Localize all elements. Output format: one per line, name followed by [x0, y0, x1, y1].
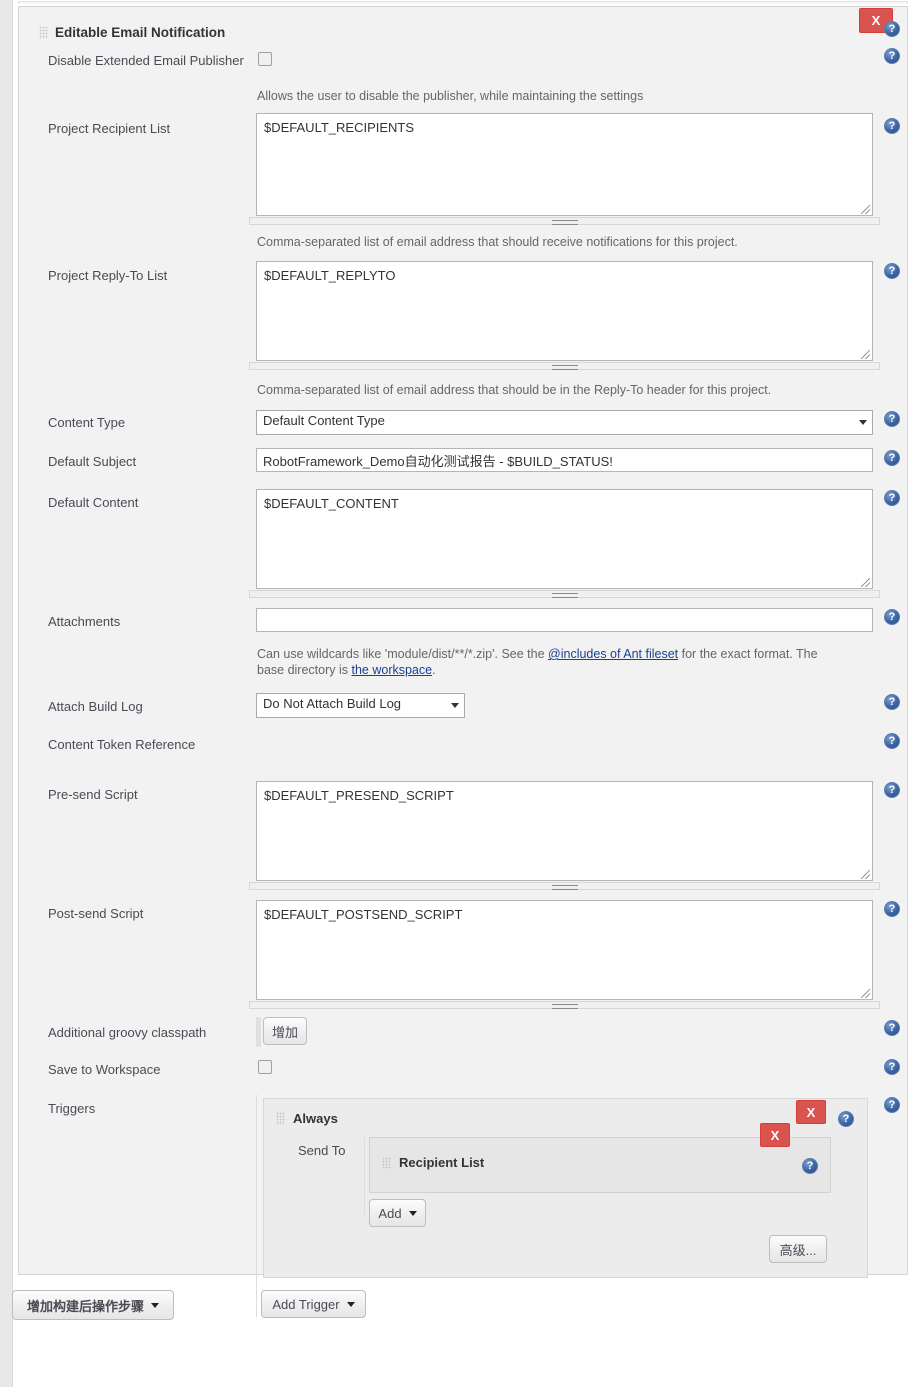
advanced-button[interactable]: 高级...: [769, 1235, 827, 1263]
label-default-subject: Default Subject: [48, 454, 136, 469]
hint-attachments-pre: Can use wildcards like 'module/dist/**/*…: [257, 647, 548, 661]
add-trigger-label: Add Trigger: [272, 1297, 339, 1312]
help-icon-default-subject[interactable]: ?: [884, 450, 900, 466]
help-icon-content-type[interactable]: ?: [884, 411, 900, 427]
hint-project-recipient-list: Comma-separated list of email address th…: [257, 234, 738, 250]
select-attach-build-log[interactable]: Do Not Attach Build Log: [256, 693, 465, 718]
left-rail: [0, 0, 13, 1387]
delete-trigger-button[interactable]: X: [796, 1100, 826, 1124]
hint-attachments-post: .: [432, 663, 435, 677]
help-icon-attachments[interactable]: ?: [884, 609, 900, 625]
section-header: Editable Email Notification: [39, 25, 225, 40]
trigger-block-always: Always X ? Send To Recipient List X ? Ad…: [263, 1098, 868, 1278]
label-save-to-workspace: Save to Workspace: [48, 1062, 160, 1077]
help-icon-trigger-always[interactable]: ?: [838, 1111, 854, 1127]
group-separator-send-to: [364, 1137, 365, 1215]
label-additional-groovy-classpath: Additional groovy classpath: [48, 1025, 206, 1040]
label-attachments: Attachments: [48, 614, 120, 629]
input-attachments[interactable]: [256, 608, 873, 632]
help-icon-post-send-script[interactable]: ?: [884, 901, 900, 917]
delete-recipient-button[interactable]: X: [760, 1123, 790, 1147]
trigger-header: Always: [276, 1111, 338, 1126]
help-icon-section[interactable]: ?: [884, 21, 900, 37]
input-default-subject[interactable]: [256, 448, 873, 472]
textarea-post-send-script[interactable]: [256, 900, 873, 1000]
help-icon-content-token-ref[interactable]: ?: [884, 733, 900, 749]
label-content-token-reference: Content Token Reference: [48, 737, 195, 752]
page-title: Editable Email Notification: [55, 25, 225, 40]
link-the-workspace[interactable]: the workspace: [351, 663, 432, 677]
textarea-project-recipient-list[interactable]: [256, 113, 873, 216]
select-content-type[interactable]: Default Content Type: [256, 410, 873, 435]
help-icon-pre-send-script[interactable]: ?: [884, 782, 900, 798]
resize-bar-project-recipient[interactable]: [249, 217, 880, 225]
resize-bar-post-send[interactable]: [249, 1001, 880, 1009]
trigger-name: Always: [293, 1111, 338, 1126]
help-icon-default-content[interactable]: ?: [884, 490, 900, 506]
help-icon-project-recipient[interactable]: ?: [884, 118, 900, 134]
panel-top-edge: [18, 1, 908, 4]
recipient-block: Recipient List X ?: [369, 1137, 831, 1193]
add-post-build-step-label: 增加构建后操作步骤: [27, 1296, 144, 1315]
hint-attachments: Can use wildcards like 'module/dist/**/*…: [257, 646, 847, 678]
link-ant-fileset[interactable]: @includes of Ant fileset: [548, 647, 678, 661]
recipient-header: Recipient List: [382, 1155, 484, 1170]
label-content-type: Content Type: [48, 415, 125, 430]
label-project-reply-to-list: Project Reply-To List: [48, 268, 167, 283]
select-content-type-value: Default Content Type: [263, 413, 385, 428]
help-icon-disable-publisher[interactable]: ?: [884, 48, 900, 64]
checkbox-save-to-workspace[interactable]: [258, 1060, 272, 1074]
label-project-recipient-list: Project Recipient List: [48, 121, 170, 136]
add-send-to-button[interactable]: Add: [369, 1199, 426, 1227]
add-post-build-step-button[interactable]: 增加构建后操作步骤: [12, 1290, 174, 1320]
chevron-down-icon-post-build: [151, 1303, 159, 1308]
textarea-pre-send-script[interactable]: [256, 781, 873, 881]
label-triggers: Triggers: [48, 1101, 95, 1116]
resize-bar-project-reply-to[interactable]: [249, 362, 880, 370]
recipient-block-title: Recipient List: [399, 1155, 484, 1170]
help-icon-groovy-classpath[interactable]: ?: [884, 1020, 900, 1036]
hint-disable-publisher: Allows the user to disable the publisher…: [257, 88, 643, 104]
label-disable-publisher: Disable Extended Email Publisher: [48, 53, 244, 68]
label-post-send-script: Post-send Script: [48, 906, 143, 921]
drag-grip-icon[interactable]: [39, 26, 48, 39]
group-separator-groovy: [256, 1017, 261, 1047]
label-attach-build-log: Attach Build Log: [48, 699, 143, 714]
add-trigger-button[interactable]: Add Trigger: [261, 1290, 366, 1318]
checkbox-disable-publisher[interactable]: [258, 52, 272, 66]
drag-grip-icon-trigger[interactable]: [276, 1112, 285, 1125]
select-attach-build-log-value: Do Not Attach Build Log: [263, 696, 401, 711]
drag-grip-icon-recipient[interactable]: [382, 1157, 391, 1169]
add-send-to-label: Add: [378, 1206, 401, 1221]
label-pre-send-script: Pre-send Script: [48, 787, 138, 802]
help-icon-project-reply-to[interactable]: ?: [884, 263, 900, 279]
label-send-to: Send To: [298, 1143, 345, 1158]
resize-bar-pre-send[interactable]: [249, 882, 880, 890]
resize-bar-default-content[interactable]: [249, 590, 880, 598]
add-groovy-classpath-button[interactable]: 增加: [263, 1017, 307, 1045]
hint-project-reply-to-list: Comma-separated list of email address th…: [257, 382, 771, 398]
help-icon-recipient-list[interactable]: ?: [802, 1158, 818, 1174]
chevron-down-icon-add-trigger: [347, 1302, 355, 1307]
help-icon-triggers[interactable]: ?: [884, 1097, 900, 1113]
textarea-default-content[interactable]: [256, 489, 873, 589]
textarea-project-reply-to-list[interactable]: [256, 261, 873, 361]
label-default-content: Default Content: [48, 495, 138, 510]
chevron-down-icon-add: [409, 1211, 417, 1216]
group-separator-triggers: [256, 1095, 257, 1317]
help-icon-save-to-workspace[interactable]: ?: [884, 1059, 900, 1075]
help-icon-attach-build-log[interactable]: ?: [884, 694, 900, 710]
